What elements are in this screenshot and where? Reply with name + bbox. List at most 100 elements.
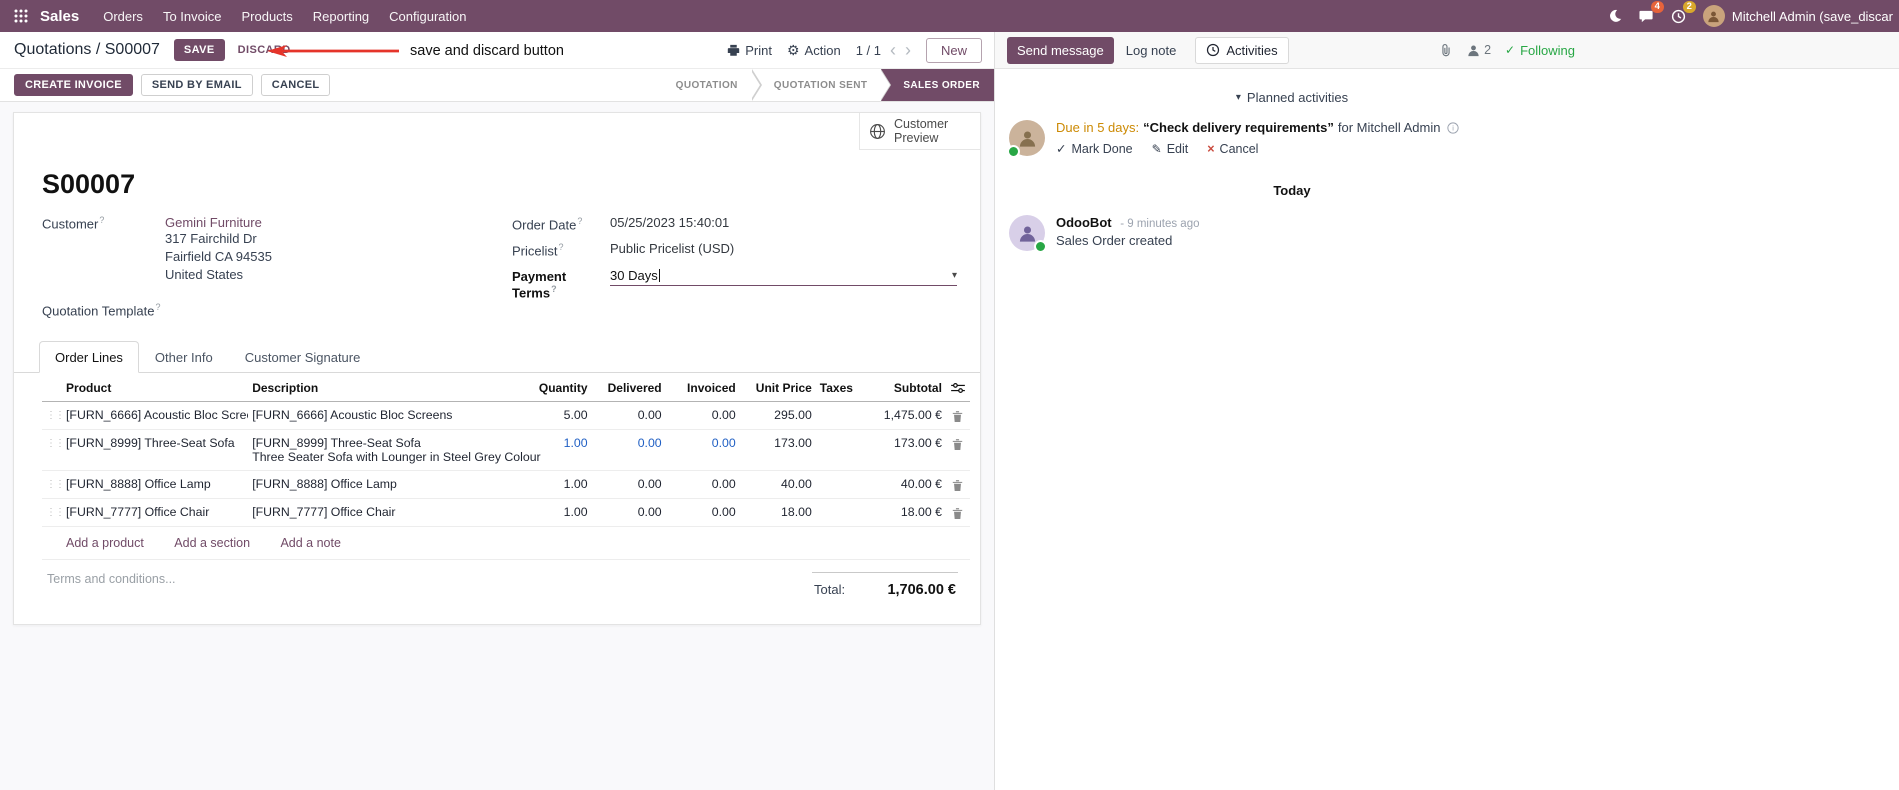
send-by-email-button[interactable]: SEND BY EMAIL (140, 74, 253, 96)
menu-reporting[interactable]: Reporting (303, 2, 379, 31)
cancel-activity-button[interactable]: × Cancel (1207, 141, 1258, 156)
cell-subtotal: 18.00 € (859, 498, 946, 527)
drag-handle-icon[interactable]: ⋮⋮ (42, 498, 65, 527)
cell-description[interactable]: [FURN_7777] Office Chair (248, 498, 534, 527)
drag-handle-icon[interactable]: ⋮⋮ (42, 470, 65, 499)
header-product[interactable]: Product (62, 372, 249, 402)
header-unit-price[interactable]: Unit Price (739, 372, 816, 402)
pricelist-value[interactable]: Public Pricelist (USD) (610, 241, 734, 256)
customer-preview-button[interactable]: Customer Preview (859, 113, 980, 150)
order-line-row[interactable]: ⋮⋮ [FURN_8888] Office Lamp [FURN_8888] O… (42, 470, 970, 499)
header-subtotal[interactable]: Subtotal (859, 372, 946, 402)
cell-description[interactable]: [FURN_6666] Acoustic Bloc Screens (248, 401, 534, 430)
cell-product[interactable]: [FURN_6666] Acoustic Bloc Screens (62, 401, 249, 430)
edit-activity-button[interactable]: ✎ Edit (1152, 141, 1189, 156)
menu-configuration[interactable]: Configuration (379, 2, 476, 31)
cell-taxes[interactable] (815, 470, 860, 499)
cell-product[interactable]: [FURN_8999] Three-Seat Sofa (62, 429, 249, 471)
drag-handle-icon[interactable]: ⋮⋮ (42, 401, 65, 430)
cell-delivered[interactable]: 0.00 (591, 429, 666, 471)
payment-terms-input[interactable]: 30 Days ▾ (610, 268, 957, 286)
user-menu[interactable]: Mitchell Admin (save_discar (1695, 5, 1895, 27)
print-button[interactable]: Print (727, 43, 772, 58)
order-line-row[interactable]: ⋮⋮ [FURN_6666] Acoustic Bloc Screens [FU… (42, 401, 970, 430)
delete-line-icon[interactable] (945, 401, 970, 430)
cell-invoiced[interactable]: 0.00 (665, 429, 740, 471)
header-delivered[interactable]: Delivered (591, 372, 666, 402)
step-quotation[interactable]: QUOTATION (653, 69, 762, 101)
order-line-row[interactable]: ⋮⋮ [FURN_8999] Three-Seat Sofa [FURN_899… (42, 429, 970, 471)
cell-unit-price[interactable]: 295.00 (739, 401, 816, 430)
planned-activities-toggle[interactable]: ▾ Planned activities (1009, 90, 1575, 105)
cell-invoiced[interactable]: 0.00 (665, 401, 740, 430)
cell-product[interactable]: [FURN_7777] Office Chair (62, 498, 249, 527)
menu-orders[interactable]: Orders (93, 2, 153, 31)
cell-delivered[interactable]: 0.00 (591, 470, 666, 499)
following-button[interactable]: ✓ Following (1505, 43, 1575, 58)
delete-line-icon[interactable] (945, 429, 970, 471)
cell-quantity[interactable]: 1.00 (533, 429, 592, 471)
discard-button[interactable]: DISCARD (231, 39, 298, 61)
cell-taxes[interactable] (815, 429, 860, 471)
cell-description[interactable]: [FURN_8888] Office Lamp (248, 470, 534, 499)
optional-columns-icon[interactable] (945, 372, 970, 402)
terms-and-conditions-placeholder[interactable]: Terms and conditions... (42, 572, 176, 598)
menu-to-invoice[interactable]: To Invoice (153, 2, 232, 31)
followers-button[interactable]: 2 (1467, 43, 1491, 57)
attachments-paperclip-icon[interactable] (1439, 43, 1453, 58)
log-note-button[interactable]: Log note (1116, 37, 1187, 64)
cell-description[interactable]: [FURN_8999] Three-Seat Sofa Three Seater… (248, 429, 541, 471)
dark-mode-moon-icon[interactable] (1599, 0, 1631, 32)
cell-product[interactable]: [FURN_8888] Office Lamp (62, 470, 249, 499)
cell-invoiced[interactable]: 0.00 (665, 470, 740, 499)
step-sales-order[interactable]: SALES ORDER (881, 69, 994, 101)
menu-products[interactable]: Products (231, 2, 302, 31)
activities-clock-icon[interactable]: 2 (1663, 0, 1696, 32)
messages-icon[interactable]: 4 (1631, 0, 1664, 32)
cell-taxes[interactable] (815, 401, 860, 430)
send-message-button[interactable]: Send message (1007, 36, 1114, 64)
action-menu-button[interactable]: ⚙ Action (787, 43, 841, 58)
dropdown-caret-icon[interactable]: ▾ (952, 270, 957, 281)
pager-previous-icon[interactable]: ‹ (890, 41, 896, 59)
cell-quantity[interactable]: 5.00 (533, 401, 592, 430)
cell-unit-price[interactable]: 18.00 (739, 498, 816, 527)
new-button[interactable]: New (925, 37, 982, 63)
tab-customer-signature[interactable]: Customer Signature (229, 341, 377, 373)
delete-line-icon[interactable] (945, 470, 970, 499)
breadcrumb-quotations[interactable]: Quotations (14, 41, 91, 58)
activities-tab-button[interactable]: Activities (1195, 36, 1289, 64)
add-a-note-link[interactable]: Add a note (280, 536, 340, 550)
message-author[interactable]: OdooBot (1056, 215, 1112, 230)
delete-line-icon[interactable] (945, 498, 970, 527)
header-taxes[interactable]: Taxes (815, 372, 860, 402)
header-invoiced[interactable]: Invoiced (665, 372, 740, 402)
add-a-product-link[interactable]: Add a product (66, 536, 144, 550)
cell-taxes[interactable] (815, 498, 860, 527)
quotation-template-field-label[interactable]: Quotation Template? (42, 302, 165, 318)
apps-menu-icon[interactable] (6, 0, 36, 32)
pager-next-icon[interactable]: › (905, 41, 911, 59)
tab-order-lines[interactable]: Order Lines (39, 340, 139, 373)
mark-done-button[interactable]: ✓ Mark Done (1056, 141, 1133, 157)
cancel-button[interactable]: CANCEL (260, 74, 331, 96)
header-quantity[interactable]: Quantity (533, 372, 592, 402)
cell-quantity[interactable]: 1.00 (533, 470, 592, 499)
cell-unit-price[interactable]: 173.00 (739, 429, 816, 471)
app-name[interactable]: Sales (40, 8, 79, 25)
create-invoice-button[interactable]: CREATE INVOICE (14, 74, 133, 96)
cell-delivered[interactable]: 0.00 (591, 401, 666, 430)
tab-other-info[interactable]: Other Info (139, 341, 229, 373)
step-quotation-sent[interactable]: QUOTATION SENT (751, 69, 891, 101)
cell-quantity[interactable]: 1.00 (533, 498, 592, 527)
save-button[interactable]: SAVE (173, 39, 225, 61)
customer-link[interactable]: Gemini Furniture (165, 215, 262, 230)
header-description[interactable]: Description (248, 372, 534, 402)
cell-unit-price[interactable]: 40.00 (739, 470, 816, 499)
order-date-value[interactable]: 05/25/2023 15:40:01 (610, 215, 729, 230)
add-a-section-link[interactable]: Add a section (174, 536, 250, 550)
cell-delivered[interactable]: 0.00 (591, 498, 666, 527)
cell-invoiced[interactable]: 0.00 (665, 498, 740, 527)
drag-handle-icon[interactable]: ⋮⋮ (42, 429, 65, 471)
order-line-row[interactable]: ⋮⋮ [FURN_7777] Office Chair [FURN_7777] … (42, 498, 970, 527)
